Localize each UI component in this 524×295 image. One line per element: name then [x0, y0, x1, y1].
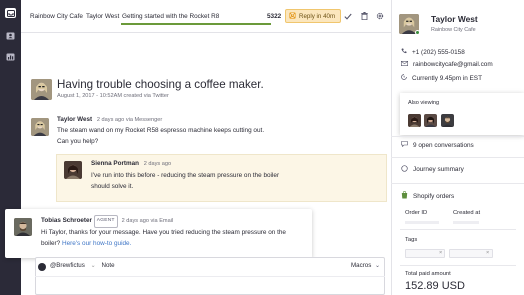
- composer-divider: [35, 276, 385, 277]
- note-meta: 2 days ago: [143, 161, 172, 167]
- customer-name[interactable]: Taylor West: [431, 14, 478, 25]
- email-icon: [401, 61, 409, 68]
- agent-reply-line: boiler? Here's our how-to guide.: [41, 239, 131, 250]
- order-id-value-placeholder: [405, 221, 439, 224]
- shopify-orders-section[interactable]: Shopify orders: [401, 190, 455, 201]
- conversation-subject: Having trouble choosing a coffee maker.: [57, 78, 264, 91]
- message-header: Taylor West 2 days ago via Messenger: [57, 115, 162, 126]
- total-paid-value: 152.89 USD: [405, 280, 465, 292]
- journey-summary-section[interactable]: Journey summary: [401, 165, 464, 174]
- agent-reply-meta: 2 days ago via Email: [121, 218, 174, 224]
- time-icon: [401, 74, 407, 82]
- open-conversations-label: 9 open conversations: [413, 141, 474, 149]
- section-divider: [400, 229, 516, 230]
- agent-author: Tobias Schroeter: [41, 217, 92, 224]
- inbox-icon[interactable]: [5, 8, 16, 18]
- phone-icon: [401, 48, 407, 56]
- created-at-label: Created at: [453, 210, 481, 216]
- customer-time-row: Currently 9.45pm in EST: [401, 74, 482, 82]
- trash-icon[interactable]: [359, 11, 369, 21]
- chevron-down-icon: ⌄: [90, 262, 96, 269]
- reports-icon[interactable]: [5, 52, 16, 62]
- macros-button[interactable]: Macros ⌄: [351, 261, 380, 272]
- agent-tag-badge: AGENT: [93, 215, 118, 228]
- section-divider: [400, 265, 516, 266]
- message-meta: 2 days ago via Messenger: [96, 117, 163, 123]
- section-divider: [391, 157, 524, 158]
- journey-icon: [401, 165, 408, 174]
- tab-bar: Rainbow City Cafe Taylor West Getting st…: [21, 0, 391, 33]
- chat-bubble-icon: [401, 141, 408, 149]
- viewer-avatar[interactable]: [441, 114, 454, 127]
- chevron-down-icon: ⌄: [375, 262, 381, 269]
- customer-avatar: [31, 118, 49, 136]
- how-to-guide-link[interactable]: Here's our how-to guide.: [62, 240, 131, 247]
- note-line: should solve it.: [91, 183, 134, 190]
- tab-customer[interactable]: Taylor West: [86, 13, 119, 20]
- agent-avatar: [14, 218, 32, 236]
- active-tab-indicator: [121, 23, 271, 25]
- twitter-handle: @Brewfictus: [50, 262, 85, 269]
- check-icon[interactable]: [343, 11, 353, 21]
- shopify-orders-label: Shopify orders: [413, 192, 455, 200]
- note-author-avatar: [64, 161, 82, 179]
- section-divider: [391, 136, 524, 137]
- section-divider: [391, 183, 524, 184]
- agent-reply-header: Tobias Schroeter AGENT 2 days ago via Em…: [41, 215, 173, 228]
- open-conversations-section[interactable]: 9 open conversations: [401, 141, 474, 149]
- agent-reply-text: boiler?: [41, 240, 61, 247]
- customer-phone-row[interactable]: +1 (202) 555-0158: [401, 48, 465, 56]
- journey-summary-label: Journey summary: [413, 166, 464, 173]
- customer-avatar: [31, 79, 52, 100]
- channel-avatar: [38, 263, 46, 271]
- customer-email: rainbowcitycafe@gmail.com: [413, 61, 493, 68]
- customer-company[interactable]: Rainbow City Cafe: [431, 27, 476, 33]
- gear-icon[interactable]: [375, 11, 385, 21]
- order-id-label: Order ID: [405, 210, 428, 216]
- created-at-value-placeholder: [453, 221, 479, 224]
- subject-meta: August 1, 2017 - 10:52AM created via Twi…: [57, 93, 169, 99]
- online-status-icon: [415, 30, 420, 35]
- tags-label: Tags: [405, 237, 418, 243]
- note-author: Sienna Portman: [91, 160, 139, 167]
- also-viewing-label: Also viewing: [408, 100, 440, 106]
- close-icon[interactable]: ×: [486, 248, 489, 259]
- message-author: Taylor West: [57, 116, 93, 123]
- tab-company[interactable]: Rainbow City Cafe: [30, 13, 83, 20]
- clock-icon: [289, 11, 296, 21]
- tab-conversation[interactable]: Getting started with the Rocket R8: [122, 13, 219, 20]
- total-paid-label: Total paid amount: [405, 271, 451, 277]
- customer-phone: +1 (202) 555-0158: [412, 48, 465, 56]
- contacts-icon[interactable]: [5, 31, 16, 41]
- reply-timer-badge[interactable]: Reply in 40m: [285, 9, 342, 23]
- customer-local-time: Currently 9.45pm in EST: [412, 74, 482, 82]
- composer-channel[interactable]: @Brewfictus ⌄ Note: [50, 261, 115, 272]
- viewer-avatar[interactable]: [424, 114, 437, 127]
- message-line: Can you help?: [57, 138, 99, 145]
- agent-reply-line: Hi Taylor, thanks for your message. Have…: [41, 229, 286, 236]
- shopify-bag-icon: [401, 190, 408, 201]
- note-header: Sienna Portman 2 days ago: [91, 159, 171, 170]
- viewer-avatar[interactable]: [408, 114, 421, 127]
- ticket-number: 5322: [267, 13, 282, 20]
- macros-label: Macros: [351, 262, 372, 269]
- close-icon[interactable]: ×: [439, 248, 442, 259]
- customer-email-row[interactable]: rainbowcitycafe@gmail.com: [401, 61, 493, 68]
- note-toggle[interactable]: Note: [101, 262, 114, 269]
- message-line: The steam wand on my Rocket R58 espresso…: [57, 127, 265, 134]
- note-line: I've run into this before - reducing the…: [91, 172, 280, 179]
- reply-timer-label: Reply in 40m: [299, 12, 336, 20]
